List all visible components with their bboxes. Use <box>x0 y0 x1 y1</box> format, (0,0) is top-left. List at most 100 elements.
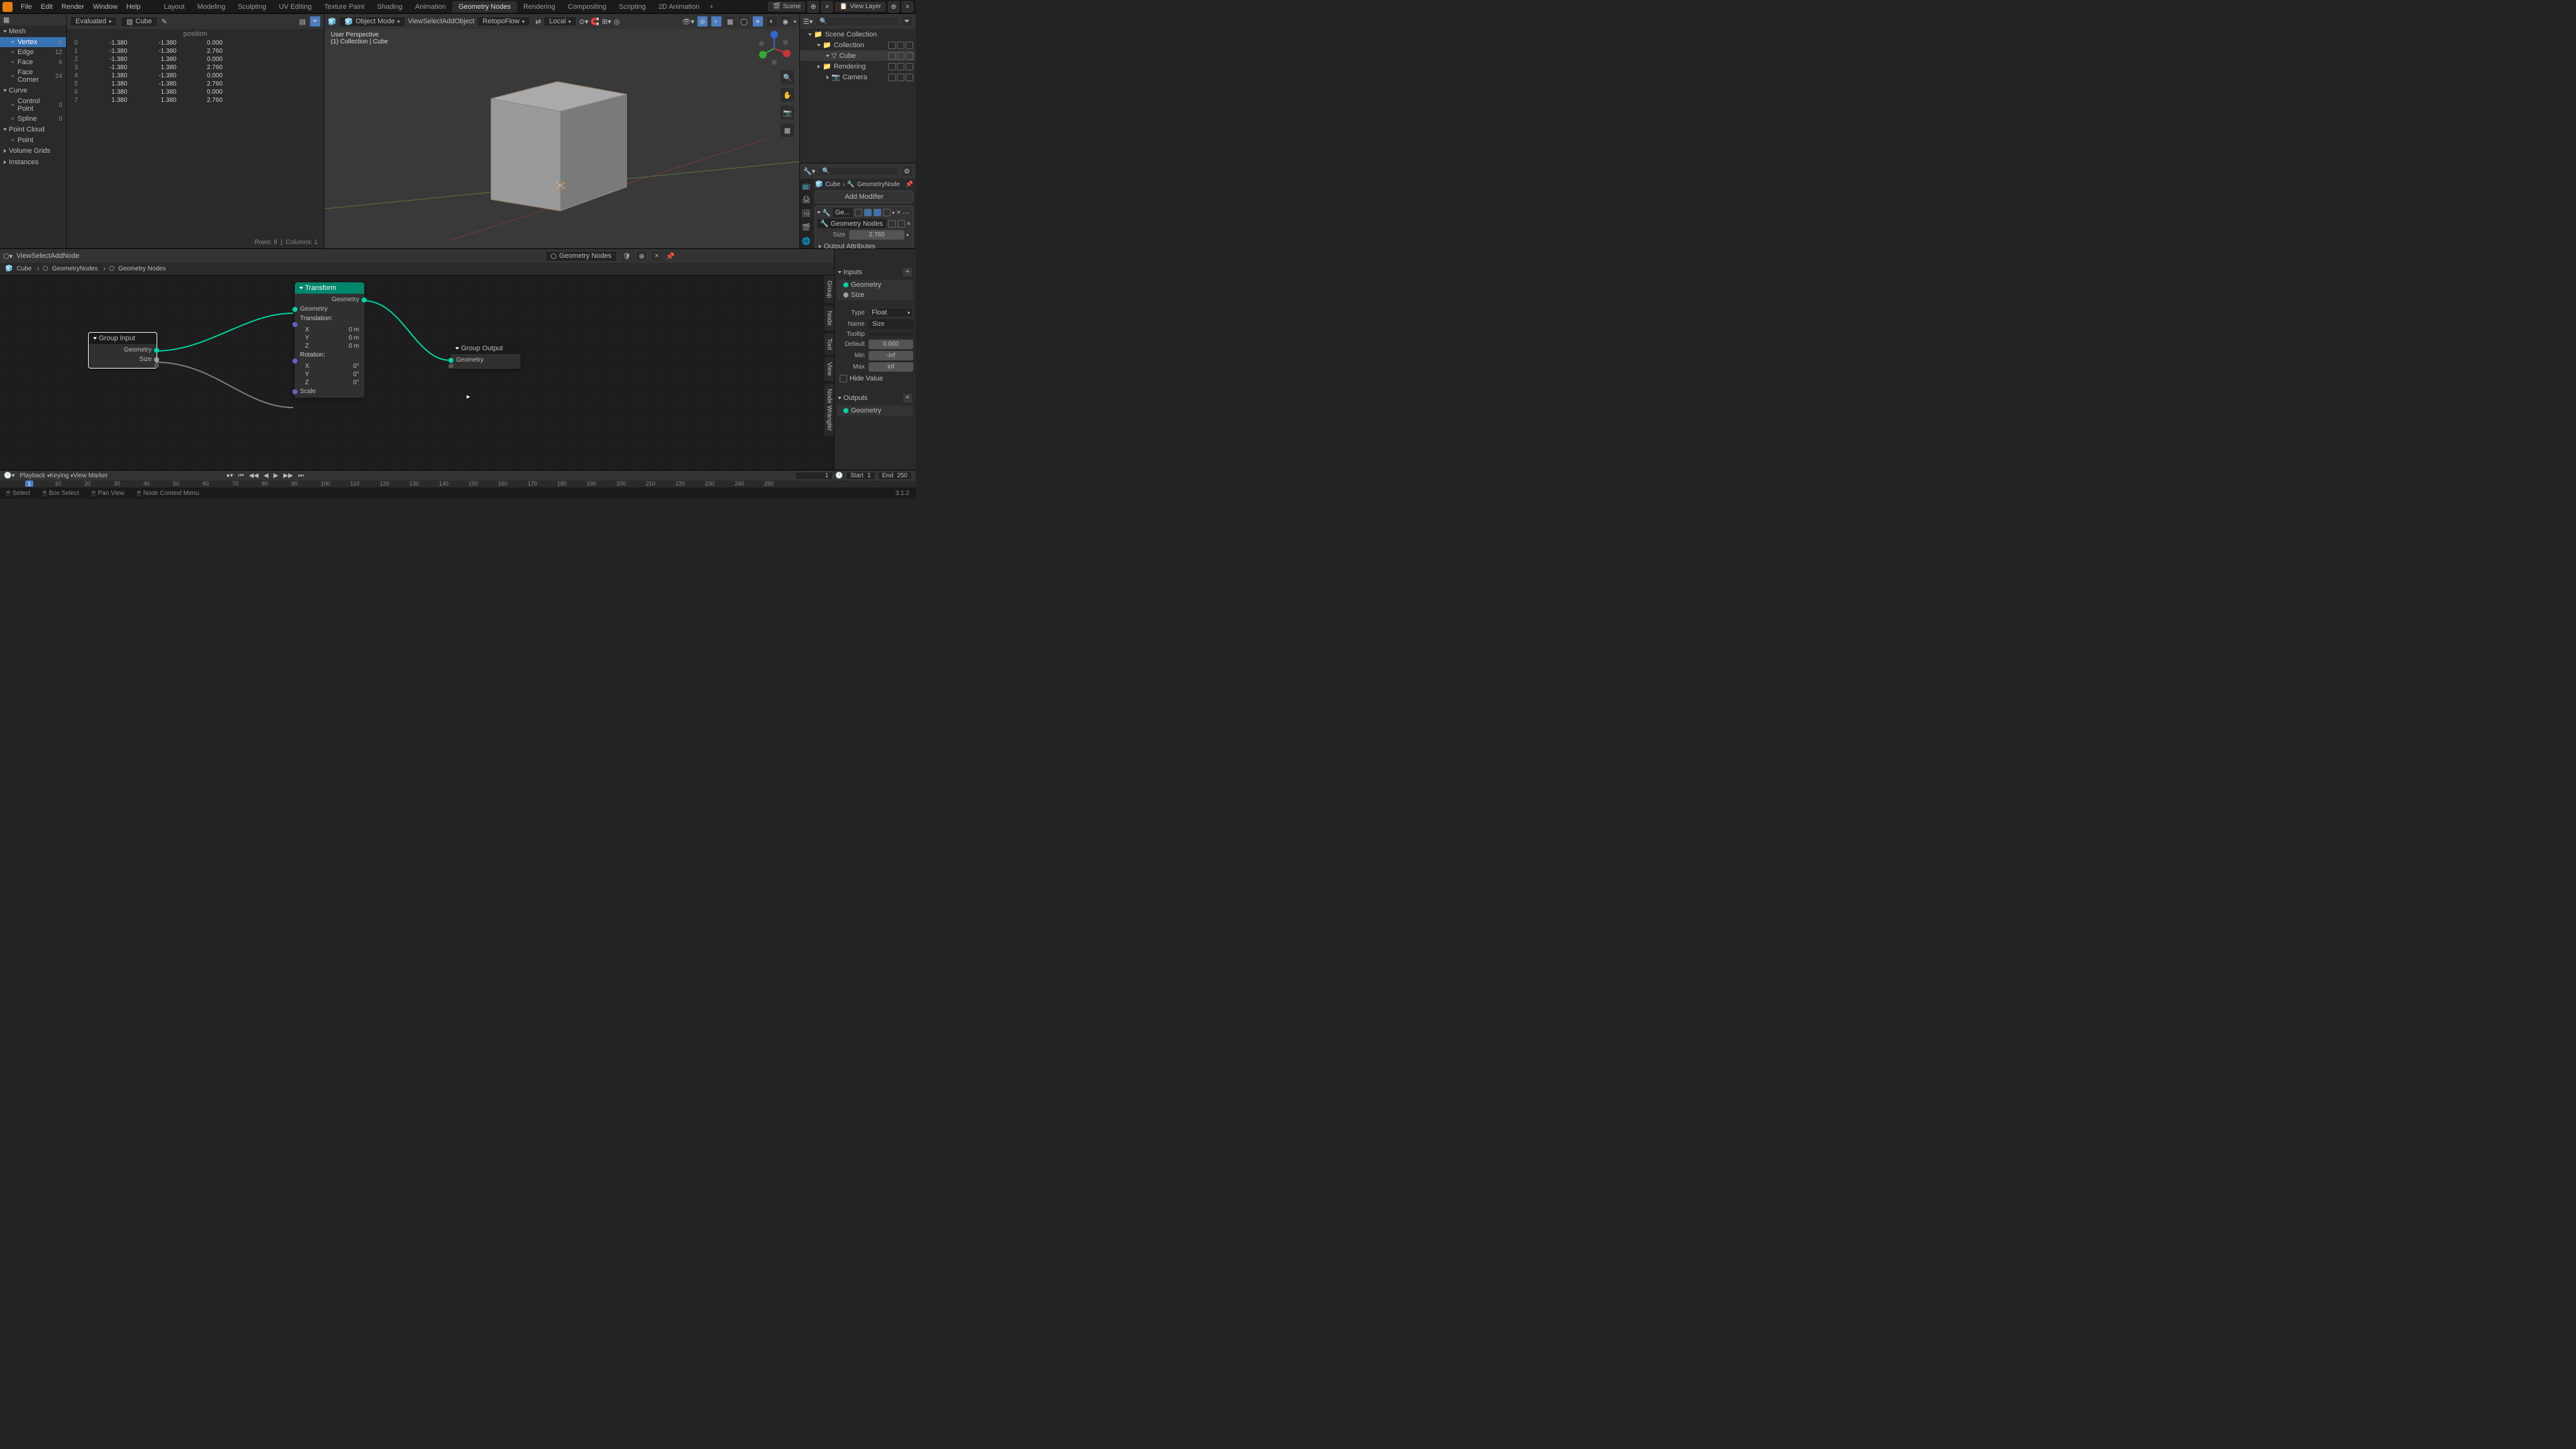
menu-help[interactable]: Help <box>122 3 145 11</box>
search-input[interactable]: 🔍 <box>815 17 899 26</box>
volume-category[interactable]: Volume Grids <box>0 145 66 157</box>
name-field[interactable]: Size <box>869 319 913 329</box>
menu-edit[interactable]: Edit <box>36 3 57 11</box>
snap-icon[interactable]: 🧲 <box>591 18 599 26</box>
mesh-category[interactable]: Mesh <box>0 26 66 37</box>
nodetree-new-icon[interactable]: ⊕ <box>636 250 647 262</box>
new-scene-icon[interactable]: ⊕ <box>808 1 819 13</box>
autokey-icon[interactable]: ●▾ <box>226 472 233 479</box>
tab-render[interactable]: 📺 <box>800 179 813 192</box>
tab-scene[interactable]: 🎬 <box>800 220 813 234</box>
domain-control-point[interactable]: ▫Control Point0 <box>0 96 66 114</box>
tab-geometry-nodes[interactable]: Geometry Nodes <box>452 1 517 13</box>
sock-geometry[interactable]: Geometry <box>837 280 913 290</box>
end-frame-field[interactable]: End250 <box>878 472 912 480</box>
node-group-input[interactable]: Group Input Geometry Size <box>88 332 157 369</box>
scene-collection-row[interactable]: 📁 Scene Collection <box>800 29 916 40</box>
add-output-icon[interactable]: + <box>903 394 912 402</box>
tab-world[interactable]: 🌐 <box>800 234 813 248</box>
type-dropdown[interactable]: Float▾ <box>869 308 913 318</box>
domain-spline[interactable]: ▫Spline0 <box>0 114 66 124</box>
default-field[interactable]: 0.000 <box>869 340 913 349</box>
object-dropdown[interactable]: ▨ Cube <box>121 16 158 27</box>
mod-realtime-icon[interactable] <box>864 209 872 216</box>
props-opts-icon[interactable]: ⚙ <box>901 165 913 177</box>
node-transform[interactable]: Transform Geometry Geometry Translation:… <box>294 282 365 398</box>
filter-toggle-icon[interactable]: ▤ <box>299 18 306 26</box>
del-scene-icon[interactable]: × <box>821 1 833 13</box>
scene-selector[interactable]: 🎬 Scene <box>768 2 805 11</box>
eval-mode-dropdown[interactable]: Evaluated ▾ <box>70 16 117 26</box>
gizmo-toggle-icon[interactable]: ⊕ <box>697 16 708 27</box>
keyframe-next-icon[interactable]: ▶▶ <box>284 472 293 479</box>
domain-edge[interactable]: ▫Edge12 <box>0 47 66 57</box>
min-field[interactable]: -inf <box>869 351 913 360</box>
v3d-menu-object[interactable]: Object <box>455 18 475 25</box>
tab-viewlayer[interactable]: 🖼 <box>800 206 813 220</box>
viewlayer-selector[interactable]: 📋 View Layer <box>835 2 886 11</box>
new-layer-icon[interactable]: ⊕ <box>888 1 899 13</box>
mode-dropdown[interactable]: 🧊 Object Mode ▾ <box>339 16 406 27</box>
snap-target-icon[interactable]: ⊞▾ <box>602 18 611 26</box>
persp-ortho-icon[interactable]: ▦ <box>780 123 794 137</box>
orientation-dropdown[interactable]: Local ▾ <box>543 16 576 26</box>
nst-group[interactable]: Group <box>824 275 834 303</box>
play-icon[interactable]: ▶ <box>274 472 279 479</box>
tl-menu-view[interactable]: View <box>73 472 88 479</box>
playhead[interactable]: 1 <box>25 480 33 487</box>
mod-close-icon[interactable]: × <box>897 209 901 216</box>
tab-rendering[interactable]: Rendering <box>517 1 562 13</box>
solid-shade-icon[interactable]: ● <box>752 16 763 27</box>
tab-modeling[interactable]: Modeling <box>191 1 232 13</box>
gizmo-vis-icon[interactable]: 👁▾ <box>682 18 694 26</box>
tab-output[interactable]: 🖨 <box>800 192 813 206</box>
add-input-icon[interactable]: + <box>903 268 912 277</box>
nst-tool[interactable]: Tool <box>824 333 834 355</box>
filter-icon[interactable]: ⏷ <box>901 16 913 27</box>
domain-face[interactable]: ▫Face6 <box>0 57 66 67</box>
view3d-editor-icon[interactable]: 🧊 <box>328 18 336 26</box>
mod-edit-icon[interactable] <box>855 209 862 216</box>
mod-cage-icon[interactable] <box>883 209 891 216</box>
tl-menu-playback[interactable]: Playback ▾ <box>19 472 49 479</box>
tooltip-field[interactable] <box>869 333 913 336</box>
outliner-rendering[interactable]: 📁 Rendering <box>800 61 916 72</box>
menu-file[interactable]: File <box>16 3 36 11</box>
node-canvas[interactable]: Group Input Geometry Size Transform Geom… <box>0 249 834 470</box>
xray-icon[interactable]: ▦ <box>724 16 736 27</box>
viewport-scene[interactable] <box>325 14 799 248</box>
tab-shading[interactable]: Shading <box>371 1 409 13</box>
move-view-icon[interactable]: ✋ <box>780 88 794 102</box>
preview-range-icon[interactable]: 🕐 <box>835 472 843 479</box>
add-modifier-button[interactable]: Add Modifier <box>815 191 913 203</box>
domain-face-corner[interactable]: ▫Face Corner24 <box>0 67 66 85</box>
v3d-menu-add[interactable]: Add <box>442 18 455 25</box>
tab-compositing[interactable]: Compositing <box>562 1 613 13</box>
node-menu-add[interactable]: Add <box>50 252 63 260</box>
menu-window[interactable]: Window <box>89 3 122 11</box>
mod-name-field[interactable]: Ge... <box>833 208 853 217</box>
nav-gizmo[interactable] <box>755 30 793 67</box>
node-menu-node[interactable]: Node <box>63 252 79 260</box>
pivot-icon[interactable]: ⊙▾ <box>579 18 589 26</box>
render-shade-icon[interactable]: ◉ <box>780 16 791 27</box>
props-editor-icon[interactable]: 🔧▾ <box>803 167 815 175</box>
menu-render[interactable]: Render <box>57 3 89 11</box>
node-menu-select[interactable]: Select <box>31 252 51 260</box>
tl-menu-keying[interactable]: Keying ▾ <box>50 472 73 479</box>
instances-category[interactable]: Instances <box>0 157 66 168</box>
gn-unlink-icon[interactable]: × <box>907 220 911 228</box>
nst-view[interactable]: View <box>824 357 834 381</box>
proportional-icon[interactable]: ◎ <box>614 18 620 26</box>
timeline-editor-icon[interactable]: 🕐▾ <box>4 472 14 479</box>
nodetree-selector[interactable]: ⬡ Geometry Nodes <box>545 251 618 262</box>
size-field[interactable]: 2.760 <box>849 230 904 240</box>
overlay-toggle-icon[interactable]: ◐ <box>711 16 722 27</box>
del-layer-icon[interactable]: × <box>902 1 913 13</box>
current-frame-field[interactable]: 1 <box>795 472 833 480</box>
max-field[interactable]: inf <box>869 362 913 372</box>
nodetree-unlink-icon[interactable]: × <box>651 250 662 262</box>
sock-geometry[interactable]: Geometry <box>837 406 913 416</box>
pointcloud-category[interactable]: Point Cloud <box>0 124 66 135</box>
outliner-editor-icon[interactable]: ☰▾ <box>803 18 813 26</box>
